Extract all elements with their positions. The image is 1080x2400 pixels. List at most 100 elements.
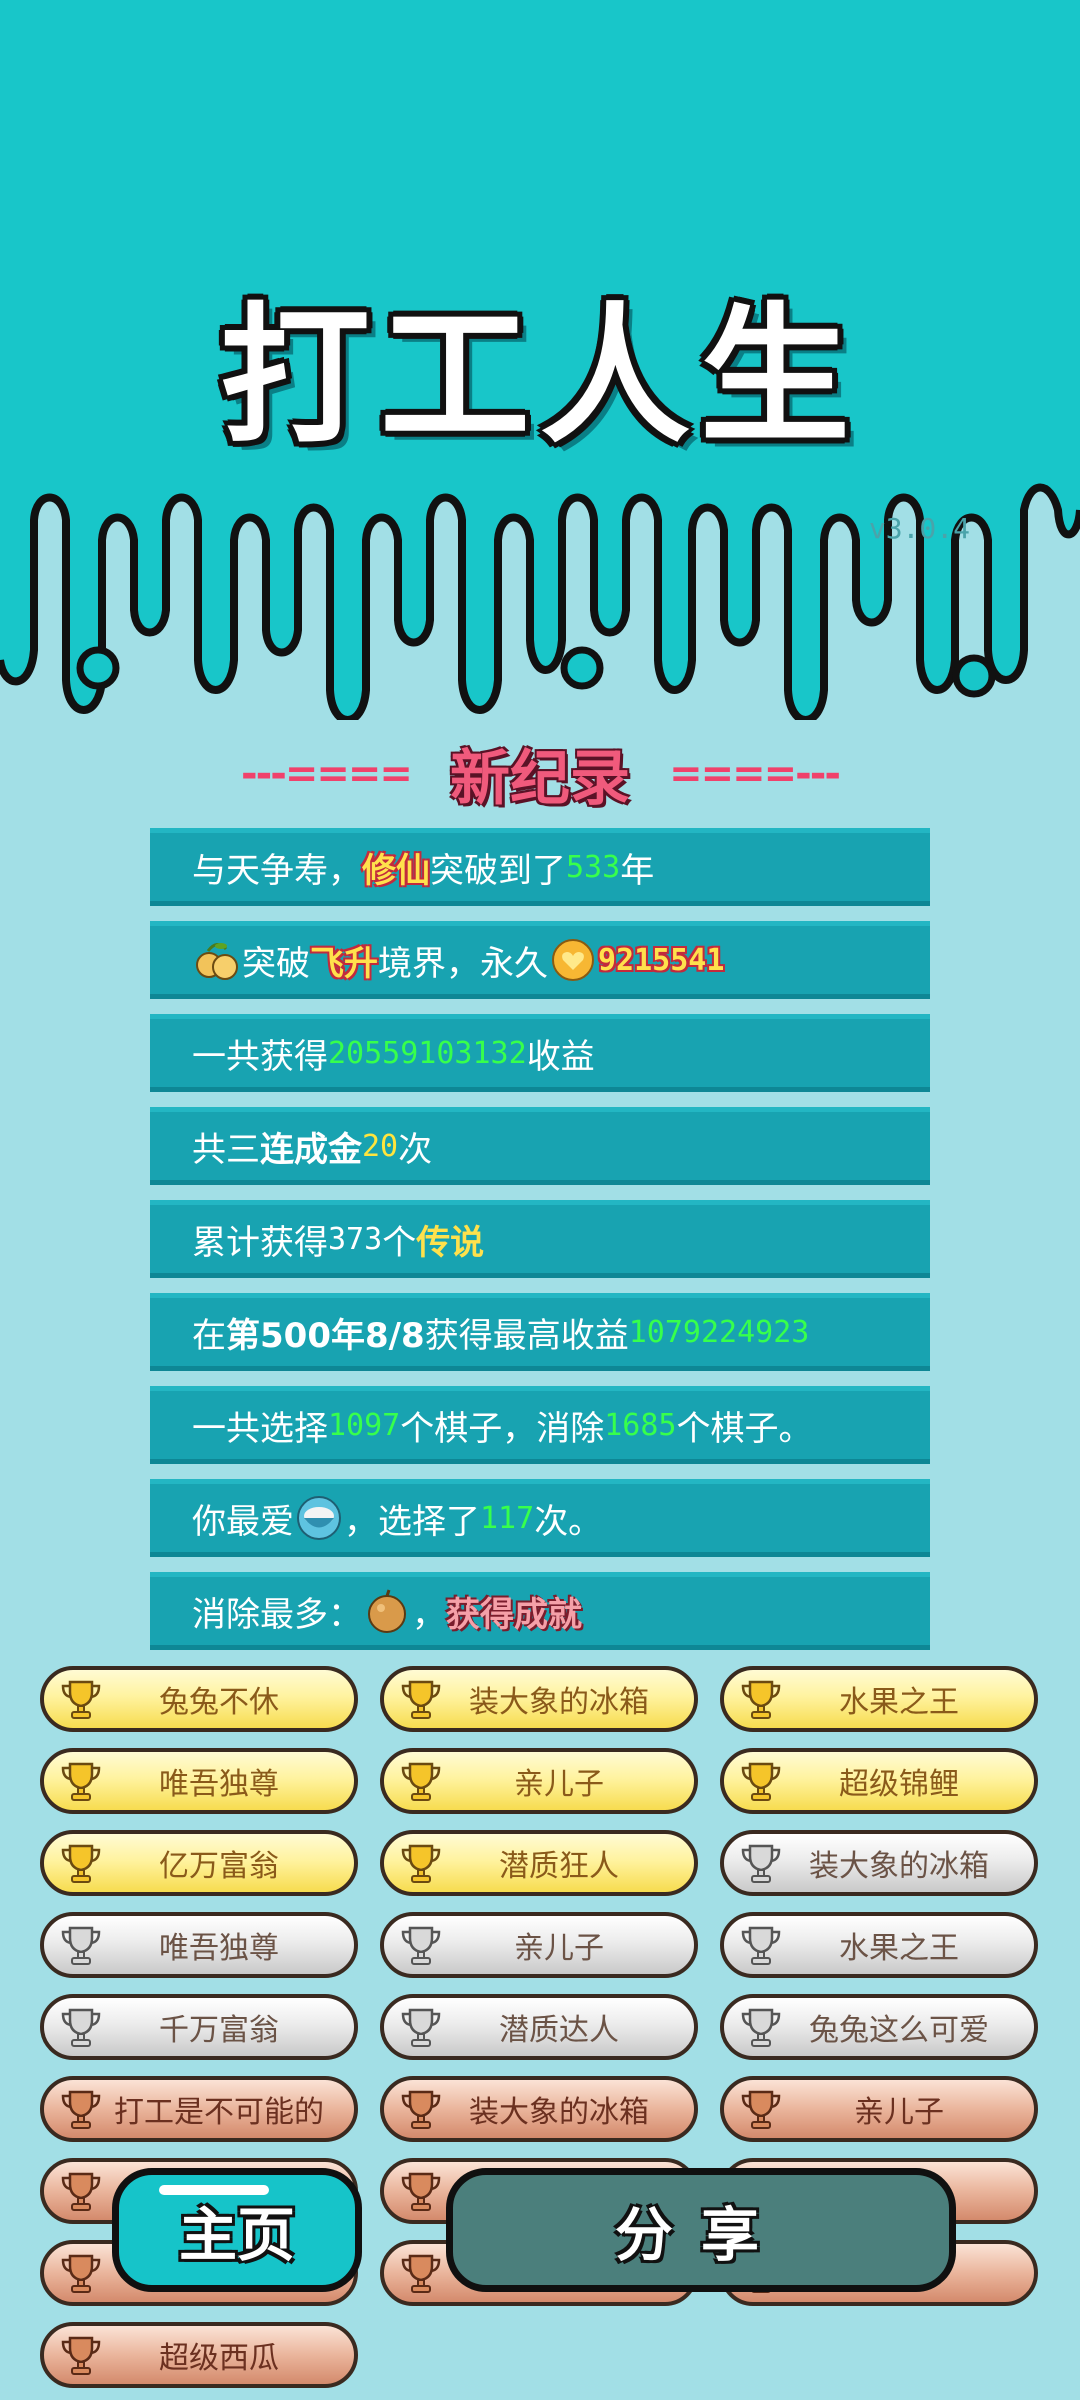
achievement-badge[interactable]: 千万富翁: [40, 1994, 358, 2060]
trophy-icon: [61, 2254, 101, 2293]
home-button[interactable]: 主页: [112, 2168, 362, 2292]
peach-icon: [196, 943, 238, 980]
achievement-badge[interactable]: 亲儿子: [380, 1912, 698, 1978]
achievement-badge[interactable]: 潜质狂人: [380, 1830, 698, 1896]
record-row: 突破 飞升 境界，永久 9215541: [150, 921, 930, 999]
trophy-icon: [741, 1926, 781, 1965]
record-number: 20559103132: [328, 1035, 527, 1071]
record-text: 累计获得: [192, 1222, 328, 1263]
achievement-badge[interactable]: 水果之王: [720, 1666, 1038, 1732]
achievement-label: 唯吾独尊: [159, 1767, 279, 1802]
achievement-badge[interactable]: 兔兔这么可爱: [720, 1994, 1038, 2060]
home-button-label: 主页: [178, 2201, 295, 2269]
record-row: 一共获得 20559103132 收益: [150, 1014, 930, 1092]
record-text: 获得最高收益: [424, 1315, 629, 1356]
trophy-icon: [61, 2008, 101, 2047]
heading-left-dashes: ---====: [241, 750, 413, 797]
achievement-label: 亿万富翁: [159, 1849, 279, 1884]
achievement-label: 亲儿子: [854, 2095, 944, 2130]
record-highlight: 传说: [416, 1222, 485, 1263]
record-text: 年: [620, 850, 655, 891]
record-number: 1097: [328, 1407, 401, 1443]
achievement-badge[interactable]: 超级西瓜: [40, 2322, 358, 2388]
fruit-icon: [368, 1589, 406, 1633]
achievement-label: 装大象的冰箱: [469, 1685, 649, 1720]
achievement-label: 水果之王: [839, 1685, 959, 1720]
record-row: 共三 连成金 20 次: [150, 1107, 930, 1185]
record-text: 与天争寿，: [192, 850, 362, 891]
record-text: 消除最多：: [192, 1594, 362, 1635]
trophy-icon: [61, 2090, 101, 2129]
share-button[interactable]: 分享: [446, 2168, 956, 2292]
trophy-icon: [401, 2090, 441, 2129]
rice-bowl-icon: [297, 1496, 341, 1540]
record-text: 一共选择: [192, 1408, 328, 1449]
record-text: 你最爱: [192, 1501, 294, 1542]
achievement-badge[interactable]: 亲儿子: [380, 1748, 698, 1814]
record-text: ，: [412, 1594, 446, 1635]
achievement-badge[interactable]: 水果之王: [720, 1912, 1038, 1978]
record-text: 突破: [242, 943, 310, 984]
trophy-icon: [61, 2336, 101, 2375]
achievement-badge[interactable]: 装大象的冰箱: [380, 2076, 698, 2142]
record-text: 突破到了: [430, 850, 566, 891]
record-number: 20: [362, 1128, 399, 1164]
trophy-icon: [741, 1762, 781, 1801]
record-highlight: 连成金: [260, 1129, 362, 1170]
achievement-badge[interactable]: 超级锦鲤: [720, 1748, 1038, 1814]
achievement-label: 亲儿子: [514, 1931, 604, 1966]
record-text: ，选择了: [344, 1501, 480, 1542]
achievement-label: 亲儿子: [514, 1767, 604, 1802]
achievement-label: 兔兔不休: [159, 1685, 279, 1720]
achievement-badge[interactable]: 装大象的冰箱: [380, 1666, 698, 1732]
heart-coin-icon: [552, 939, 594, 981]
achievement-label: 千万富翁: [159, 2013, 279, 2048]
achievement-badge[interactable]: 亲儿子: [720, 2076, 1038, 2142]
record-number: 1079224923: [628, 1314, 810, 1350]
trophy-icon: [401, 2172, 441, 2211]
achievement-label: 潜质达人: [499, 2013, 619, 2048]
record-number: 9215541: [598, 942, 725, 978]
record-number: 117: [480, 1500, 535, 1536]
trophy-icon: [401, 1844, 441, 1883]
record-row: 在 第500年8/8 获得最高收益 1079224923: [150, 1293, 930, 1371]
trophy-icon: [741, 2090, 781, 2129]
achievement-badge[interactable]: 潜质达人: [380, 1994, 698, 2060]
trophy-icon: [401, 1762, 441, 1801]
achievement-badge[interactable]: 打工是不可能的: [40, 2076, 358, 2142]
achievement-badge[interactable]: 亿万富翁: [40, 1830, 358, 1896]
achievement-label: 装大象的冰箱: [469, 2095, 649, 2130]
achievement-badge[interactable]: 唯吾独尊: [40, 1912, 358, 1978]
record-text: 一共获得: [192, 1036, 328, 1077]
record-number: 533: [566, 849, 621, 885]
achievement-badge[interactable]: 唯吾独尊: [40, 1748, 358, 1814]
record-number: 373: [328, 1221, 383, 1257]
trophy-icon: [61, 1680, 101, 1719]
record-text: 境界，永久: [378, 943, 548, 984]
trophy-icon: [401, 2254, 441, 2293]
achievement-label: 水果之王: [839, 1931, 959, 1966]
record-row: 一共选择 1097 个棋子，消除 1685 个棋子。: [150, 1386, 930, 1464]
record-row: 消除最多： ，获得成就: [150, 1572, 930, 1650]
record-text: 次。: [534, 1501, 603, 1542]
trophy-icon: [61, 1762, 101, 1801]
record-row: 你最爱 ，选择了 117 次。: [150, 1479, 930, 1557]
record-highlight: 获得成就: [446, 1594, 582, 1635]
heading-right-dashes: ====---: [669, 750, 841, 797]
share-button-label: 分享: [614, 2201, 787, 2269]
trophy-icon: [401, 1926, 441, 1965]
achievement-label: 潜质狂人: [499, 1849, 619, 1884]
trophy-icon: [401, 2008, 441, 2047]
trophy-icon: [401, 1680, 441, 1719]
achievement-badge[interactable]: 兔兔不休: [40, 1666, 358, 1732]
record-row: 累计获得 373 个传说: [150, 1200, 930, 1278]
record-text: 共三: [192, 1129, 260, 1170]
record-text: 个: [382, 1222, 417, 1263]
header: 打工人生 v3.0.4: [0, 0, 1080, 720]
button-shine: [159, 2185, 269, 2195]
new-record-label: 新纪录: [450, 744, 630, 814]
achievement-label: 唯吾独尊: [159, 1931, 279, 1966]
trophy-icon: [741, 1680, 781, 1719]
achievement-badge[interactable]: 装大象的冰箱: [720, 1830, 1038, 1896]
version-label: v3.0.4: [868, 512, 970, 545]
